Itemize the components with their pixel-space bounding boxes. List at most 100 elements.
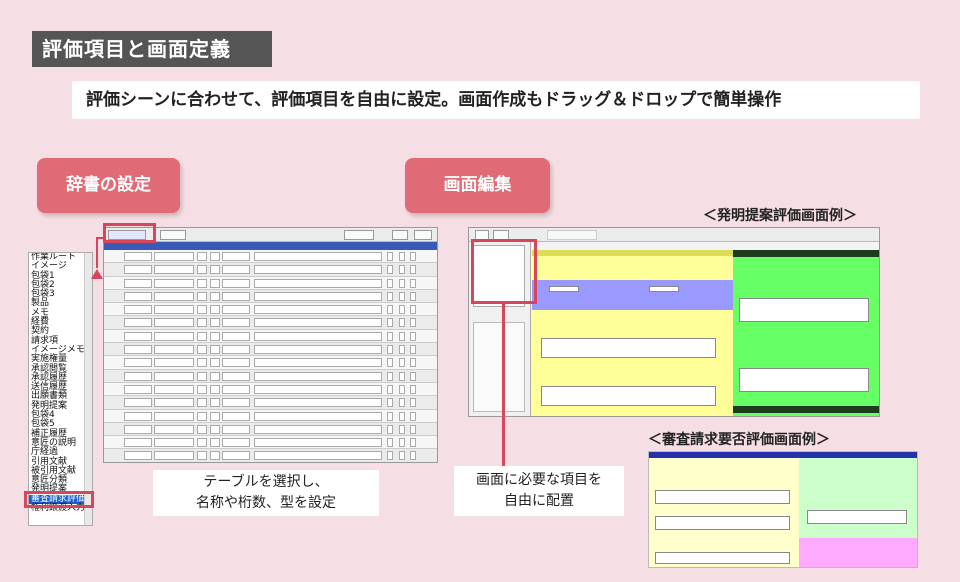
dictionary-cell[interactable] xyxy=(124,384,152,394)
dictionary-cell[interactable] xyxy=(222,398,250,408)
dictionary-cell[interactable] xyxy=(387,424,393,434)
dictionary-cell[interactable] xyxy=(410,265,416,275)
dictionary-cell[interactable] xyxy=(124,451,152,461)
dictionary-cell[interactable] xyxy=(154,398,194,408)
dictionary-cell[interactable] xyxy=(410,451,416,461)
dictionary-cell[interactable] xyxy=(399,424,405,434)
dictionary-cell[interactable] xyxy=(254,411,382,421)
dictionary-cell[interactable] xyxy=(210,411,220,421)
dictionary-cell[interactable] xyxy=(124,305,152,315)
dictionary-cell[interactable] xyxy=(197,331,207,341)
dictionary-cell[interactable] xyxy=(254,358,382,368)
dictionary-cell[interactable] xyxy=(197,371,207,381)
dictionary-cell[interactable] xyxy=(124,252,152,261)
dictionary-cell[interactable] xyxy=(387,411,393,421)
dictionary-cell[interactable] xyxy=(222,305,250,315)
dictionary-row[interactable] xyxy=(104,409,437,423)
dictionary-row[interactable] xyxy=(104,356,437,370)
dictionary-cell[interactable] xyxy=(387,331,393,341)
dictionary-cell[interactable] xyxy=(410,371,416,381)
dictionary-cell[interactable] xyxy=(222,331,250,341)
dictionary-cell[interactable] xyxy=(399,278,405,288)
screen-name-field[interactable] xyxy=(547,230,597,240)
dictionary-cell[interactable] xyxy=(387,345,393,355)
dictionary-cell[interactable] xyxy=(399,451,405,461)
dictionary-cell[interactable] xyxy=(222,384,250,394)
dictionary-row[interactable] xyxy=(104,276,437,290)
dictionary-cell[interactable] xyxy=(254,345,382,355)
dictionary-cell[interactable] xyxy=(210,371,220,381)
cancel-button[interactable] xyxy=(344,230,374,240)
dictionary-cell[interactable] xyxy=(399,265,405,275)
dictionary-cell[interactable] xyxy=(222,371,250,381)
dictionary-cell[interactable] xyxy=(154,438,194,448)
dictionary-cell[interactable] xyxy=(210,438,220,448)
save-button[interactable] xyxy=(392,230,408,240)
dictionary-cell[interactable] xyxy=(197,278,207,288)
dictionary-cell[interactable] xyxy=(410,398,416,408)
dictionary-cell[interactable] xyxy=(154,291,194,301)
dictionary-cell[interactable] xyxy=(222,358,250,368)
dictionary-cell[interactable] xyxy=(210,345,220,355)
dictionary-cell[interactable] xyxy=(154,318,194,328)
dictionary-cell[interactable] xyxy=(210,318,220,328)
dictionary-cell[interactable] xyxy=(197,252,207,261)
dictionary-cell[interactable] xyxy=(154,252,194,261)
dictionary-cell[interactable] xyxy=(124,318,152,328)
dictionary-cell[interactable] xyxy=(387,252,393,261)
list-scrollbar[interactable] xyxy=(84,253,92,525)
dictionary-cell[interactable] xyxy=(399,345,405,355)
layout-textarea[interactable] xyxy=(739,368,869,392)
dictionary-cell[interactable] xyxy=(410,305,416,315)
dictionary-cell[interactable] xyxy=(154,358,194,368)
dictionary-cell[interactable] xyxy=(222,411,250,421)
dictionary-cell[interactable] xyxy=(222,451,250,461)
dictionary-cell[interactable] xyxy=(124,398,152,408)
dictionary-cell[interactable] xyxy=(410,358,416,368)
dictionary-cell[interactable] xyxy=(410,252,416,261)
dictionary-cell[interactable] xyxy=(399,438,405,448)
dictionary-cell[interactable] xyxy=(197,438,207,448)
dictionary-cell[interactable] xyxy=(124,438,152,448)
dictionary-cell[interactable] xyxy=(197,384,207,394)
dictionary-cell[interactable] xyxy=(387,305,393,315)
dictionary-cell[interactable] xyxy=(222,318,250,328)
dictionary-cell[interactable] xyxy=(124,265,152,275)
dictionary-cell[interactable] xyxy=(399,331,405,341)
dictionary-cell[interactable] xyxy=(197,424,207,434)
dictionary-cell[interactable] xyxy=(210,291,220,301)
dictionary-cell[interactable] xyxy=(399,252,405,261)
dictionary-cell[interactable] xyxy=(410,345,416,355)
dictionary-cell[interactable] xyxy=(399,305,405,315)
layout-field[interactable] xyxy=(649,286,679,292)
dictionary-cell[interactable] xyxy=(197,345,207,355)
dictionary-cell[interactable] xyxy=(254,371,382,381)
close-button[interactable] xyxy=(414,230,432,240)
dictionary-cell[interactable] xyxy=(210,384,220,394)
dictionary-cell[interactable] xyxy=(210,358,220,368)
dictionary-cell[interactable] xyxy=(410,331,416,341)
dictionary-cell[interactable] xyxy=(197,451,207,461)
dictionary-cell[interactable] xyxy=(399,398,405,408)
dictionary-cell[interactable] xyxy=(387,291,393,301)
dictionary-cell[interactable] xyxy=(124,278,152,288)
dictionary-cell[interactable] xyxy=(197,318,207,328)
dictionary-cell[interactable] xyxy=(399,291,405,301)
dictionary-cell[interactable] xyxy=(210,265,220,275)
dictionary-row[interactable] xyxy=(104,422,437,437)
dictionary-cell[interactable] xyxy=(222,424,250,434)
dictionary-cell[interactable] xyxy=(387,384,393,394)
dictionary-row[interactable] xyxy=(104,316,437,330)
dictionary-cell[interactable] xyxy=(387,358,393,368)
dictionary-cell[interactable] xyxy=(387,265,393,275)
dictionary-cell[interactable] xyxy=(387,371,393,381)
dictionary-cell[interactable] xyxy=(254,331,382,341)
dictionary-cell[interactable] xyxy=(210,278,220,288)
dictionary-cell[interactable] xyxy=(254,384,382,394)
dictionary-cell[interactable] xyxy=(254,305,382,315)
dictionary-cell[interactable] xyxy=(124,411,152,421)
dictionary-row[interactable] xyxy=(104,303,437,317)
dictionary-cell[interactable] xyxy=(124,345,152,355)
language-dropdown[interactable] xyxy=(160,230,186,240)
layout-textarea[interactable] xyxy=(739,298,869,322)
